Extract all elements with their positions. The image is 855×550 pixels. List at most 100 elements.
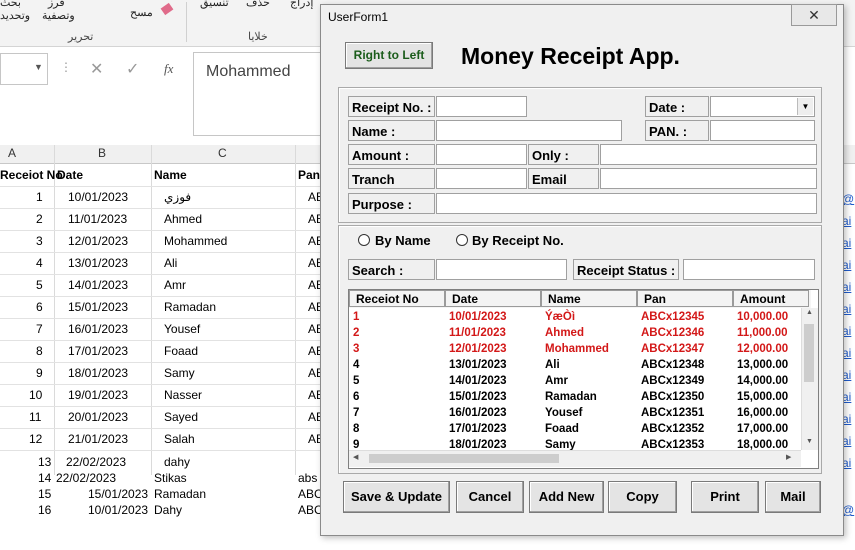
cell-no[interactable]: 5	[36, 278, 43, 292]
receipt-status-input[interactable]	[683, 259, 815, 280]
column-header-b[interactable]: B	[98, 146, 106, 160]
table-row[interactable]: 9 18/01/2023 Samy AB	[0, 362, 324, 385]
list-item[interactable]: 2 11/01/2023 Ahmed ABCx12346 11,000.00	[349, 326, 809, 342]
list-header-receipt-no[interactable]: Receiot No	[349, 290, 445, 307]
cell-name[interactable]: Foaad	[164, 344, 198, 358]
receipts-listbox[interactable]: Receiot No Date Name Pan Amount 1 10/01/2…	[348, 289, 819, 469]
print-button[interactable]: Print	[691, 481, 759, 513]
cell-date[interactable]: 19/01/2023	[68, 388, 128, 402]
header-date[interactable]: Date	[57, 168, 83, 182]
mail-button[interactable]: Mail	[765, 481, 821, 513]
cell-no[interactable]: 4	[36, 256, 43, 270]
cell-pan[interactable]: ABC	[298, 503, 323, 517]
right-to-left-button[interactable]: Right to Left	[345, 42, 433, 69]
table-row[interactable]: 8 17/01/2023 Foaad AB	[0, 340, 324, 363]
vertical-scrollbar[interactable]: ▲ ▼	[801, 308, 818, 450]
list-header-date[interactable]: Date	[445, 290, 541, 307]
table-row[interactable]: 12 21/01/2023 Salah AB	[0, 428, 324, 451]
table-row[interactable]: 11 20/01/2023 Sayed AB	[0, 406, 324, 429]
cell-name[interactable]: Nasser	[164, 388, 202, 402]
pan-input[interactable]	[710, 120, 815, 141]
table-row[interactable]: 16 10/01/2023 Dahy ABC	[0, 499, 323, 521]
column-header-a[interactable]: A	[8, 146, 16, 160]
scroll-left-icon[interactable]: ◀	[353, 453, 358, 461]
copy-button[interactable]: Copy	[608, 481, 677, 513]
table-row[interactable]: 1 10/01/2023 فوزي AB	[0, 186, 324, 209]
ribbon-item-find[interactable]: بحث	[0, 0, 21, 9]
header-receipt-no[interactable]: Receiot No	[0, 168, 63, 182]
list-item[interactable]: 8 17/01/2023 Foaad ABCx12352 17,000.00	[349, 422, 809, 438]
name-box[interactable]: ▼	[0, 53, 48, 85]
cell-name[interactable]: فوزي	[164, 190, 191, 204]
scroll-thumb[interactable]	[369, 454, 559, 463]
cell-no[interactable]: 11	[29, 410, 41, 424]
table-row[interactable]: 2 11/01/2023 Ahmed AB	[0, 208, 324, 231]
cell-no[interactable]: 3	[36, 234, 43, 248]
cell-date[interactable]: 13/01/2023	[68, 256, 128, 270]
cell-no[interactable]: 12	[29, 432, 42, 446]
search-input[interactable]	[436, 259, 567, 280]
ribbon-item-filter[interactable]: وتصفية	[42, 9, 75, 22]
list-header-pan[interactable]: Pan	[637, 290, 733, 307]
table-row[interactable]: 5 14/01/2023 Amr AB	[0, 274, 324, 297]
cell-name[interactable]: Mohammed	[164, 234, 227, 248]
cell-name[interactable]: Ali	[164, 256, 177, 270]
cell-no[interactable]: 1	[36, 190, 43, 204]
cell-date[interactable]: 17/01/2023	[68, 344, 128, 358]
close-button[interactable]: ✕	[791, 4, 837, 26]
cell-date[interactable]: 15/01/2023	[68, 300, 128, 314]
list-item[interactable]: 7 16/01/2023 Yousef ABCx12351 16,000.00	[349, 406, 809, 422]
chevron-down-icon[interactable]: ▼	[797, 98, 813, 115]
list-item[interactable]: 4 13/01/2023 Ali ABCx12348 13,000.00	[349, 358, 809, 374]
function-icon[interactable]: fx	[164, 61, 173, 77]
column-header-c[interactable]: C	[218, 146, 227, 160]
cell-date[interactable]: 10/01/2023	[68, 190, 128, 204]
cell-no[interactable]: 7	[36, 322, 43, 336]
cell-no[interactable]: 6	[36, 300, 43, 314]
table-row[interactable]: 3 12/01/2023 Mohammed AB	[0, 230, 324, 253]
cell-name[interactable]: Ahmed	[164, 212, 202, 226]
purpose-input[interactable]	[436, 193, 817, 214]
email-input[interactable]	[600, 168, 817, 189]
by-name-radio[interactable]	[358, 234, 370, 246]
cell-no[interactable]: 10	[29, 388, 42, 402]
ribbon-item-delete[interactable]: حذف	[246, 0, 270, 9]
list-item[interactable]: 5 14/01/2023 Amr ABCx12349 14,000.00	[349, 374, 809, 390]
cell-date[interactable]: 14/01/2023	[68, 278, 128, 292]
chevron-down-icon[interactable]: ▼	[34, 62, 43, 72]
cell-no[interactable]: 8	[36, 344, 43, 358]
cell-no[interactable]: 2	[36, 212, 43, 226]
add-new-button[interactable]: Add New	[529, 481, 604, 513]
cancel-icon[interactable]: ✕	[90, 59, 103, 79]
cell-date[interactable]: 11/01/2023	[68, 212, 127, 226]
cell-no[interactable]: 16	[38, 503, 51, 517]
ribbon-item-insert[interactable]: إدراج	[290, 0, 313, 9]
header-pan[interactable]: Pan	[298, 168, 320, 182]
by-receipt-label[interactable]: By Receipt No.	[472, 233, 564, 248]
cell-name[interactable]: Ramadan	[164, 300, 216, 314]
enter-icon[interactable]: ✓	[126, 59, 139, 79]
list-header-amount[interactable]: Amount	[733, 290, 809, 307]
date-combobox[interactable]: ▼	[710, 96, 815, 117]
cell-date[interactable]: 16/01/2023	[68, 322, 128, 336]
scroll-up-icon[interactable]: ▲	[806, 309, 813, 316]
tranch-input[interactable]	[436, 168, 527, 189]
scroll-right-icon[interactable]: ▶	[786, 453, 791, 461]
table-row[interactable]: 6 15/01/2023 Ramadan AB	[0, 296, 324, 319]
cell-date[interactable]: 10/01/2023	[88, 503, 148, 517]
cell-date[interactable]: 18/01/2023	[68, 366, 128, 380]
table-row[interactable]: 7 16/01/2023 Yousef AB	[0, 318, 324, 341]
cancel-button[interactable]: Cancel	[456, 481, 524, 513]
ribbon-item-format[interactable]: تنسيق	[200, 0, 229, 9]
cell-date[interactable]: 12/01/2023	[68, 234, 128, 248]
cell-name[interactable]: Amr	[164, 278, 186, 292]
ribbon-item-sort[interactable]: فرز	[48, 0, 65, 9]
table-row[interactable]: 4 13/01/2023 Ali AB	[0, 252, 324, 275]
receipt-no-input[interactable]	[436, 96, 527, 117]
cell-no[interactable]: 9	[36, 366, 43, 380]
amount-input[interactable]	[436, 144, 527, 165]
scroll-down-icon[interactable]: ▼	[806, 438, 813, 445]
cell-name[interactable]: Samy	[164, 366, 195, 380]
ribbon-item-select[interactable]: وتحديد	[0, 9, 30, 22]
list-item[interactable]: 3 12/01/2023 Mohammed ABCx12347 12,000.00	[349, 342, 809, 358]
